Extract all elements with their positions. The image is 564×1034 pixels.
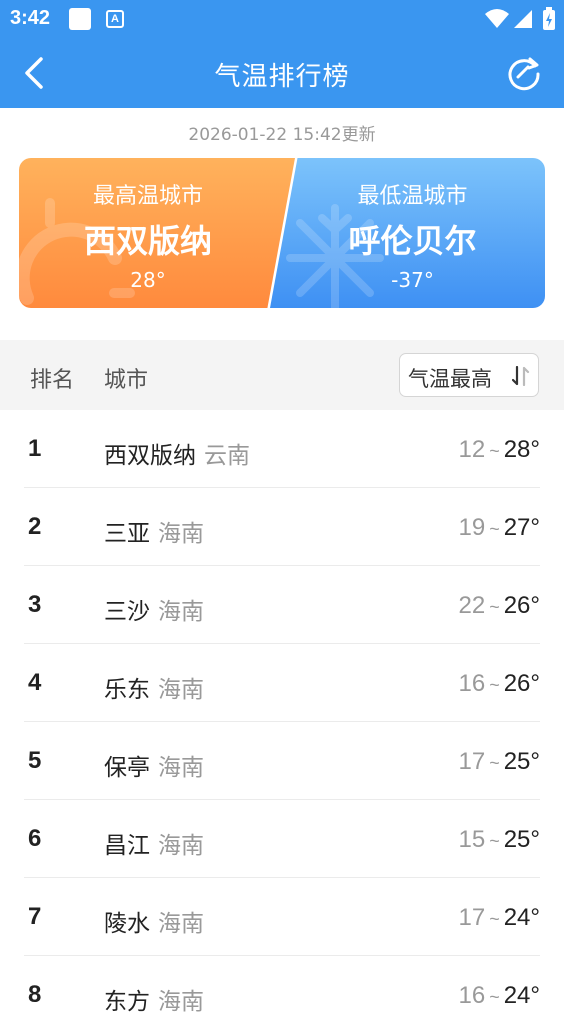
row-rank: 8 [28, 981, 42, 1008]
row-temp-high: 25° [503, 748, 540, 775]
row-temp-low: 16 [458, 982, 486, 1009]
row-temp-high: 25° [503, 826, 540, 853]
title-bar: 气温排行榜 [0, 38, 564, 108]
row-province: 海南 [158, 521, 204, 547]
row-tilde: ~ [489, 519, 500, 539]
row-temp-low: 16 [458, 670, 486, 697]
row-province: 云南 [204, 443, 250, 469]
row-rank: 1 [28, 435, 42, 462]
update-time: 2026-01-22 15:42更新 [188, 125, 376, 145]
sort-order-icon [512, 366, 530, 386]
table-header: 排名 城市 气温最高 [0, 340, 564, 410]
row-tilde: ~ [489, 441, 500, 461]
row-temp-high: 26° [503, 670, 540, 697]
highest-temp-city: 西双版纳 [83, 222, 212, 260]
row-rank: 2 [28, 513, 42, 540]
table-row[interactable]: 3 三沙 海南 22 ~26° [0, 566, 564, 644]
row-rank: 4 [28, 669, 42, 696]
row-city-name: 昌江 [104, 833, 150, 859]
row-rank: 3 [28, 591, 42, 618]
signal-icon [514, 10, 532, 28]
row-rank: 7 [28, 903, 42, 930]
row-city: 乐东 海南 [104, 670, 204, 704]
status-time: 3:42 [10, 7, 51, 29]
table-row[interactable]: 4 乐东 海南 16 ~26° [0, 644, 564, 722]
lowest-temp-card[interactable]: 最低温城市 呼伦贝尔 -37° [270, 158, 545, 308]
table-row[interactable]: 1 西双版纳 云南 12 ~28° [0, 410, 564, 488]
table-row[interactable]: 6 昌江 海南 15 ~25° [0, 800, 564, 878]
row-province: 海南 [158, 911, 204, 937]
row-city-name: 西双版纳 [104, 443, 196, 469]
row-city: 陵水 海南 [104, 904, 204, 938]
row-temp-range: 16 ~24° [458, 982, 540, 1010]
row-province: 海南 [158, 755, 204, 781]
row-temp-range: 17 ~25° [458, 748, 540, 776]
row-province: 海南 [158, 599, 204, 625]
row-temp-range: 12 ~28° [458, 436, 540, 464]
row-city: 东方 海南 [104, 982, 204, 1016]
row-tilde: ~ [489, 831, 500, 851]
app-notification-icon: A [106, 10, 124, 28]
row-province: 海南 [158, 989, 204, 1015]
row-temp-low: 12 [458, 436, 486, 463]
row-city-name: 保亭 [104, 755, 150, 781]
lowest-temp-label: 最低温城市 [357, 184, 468, 209]
row-temp-high: 24° [503, 904, 540, 931]
row-city: 西双版纳 云南 [104, 436, 250, 470]
row-temp-high: 26° [503, 592, 540, 619]
row-city-name: 三亚 [104, 521, 150, 547]
sort-button[interactable]: 气温最高 [399, 353, 539, 397]
lowest-temp-city: 呼伦贝尔 [348, 222, 477, 260]
row-temp-range: 19 ~27° [458, 514, 540, 542]
row-city: 三亚 海南 [104, 514, 204, 548]
row-tilde: ~ [489, 987, 500, 1007]
row-temp-range: 22 ~26° [458, 592, 540, 620]
highest-temp-label: 最高温城市 [92, 184, 203, 209]
row-rank: 6 [28, 825, 42, 852]
row-temp-high: 28° [503, 436, 540, 463]
lowest-temp-value: -37° [391, 268, 434, 292]
row-tilde: ~ [489, 597, 500, 617]
row-tilde: ~ [489, 753, 500, 773]
row-city-name: 陵水 [104, 911, 150, 937]
row-temp-low: 15 [458, 826, 486, 853]
row-province: 海南 [158, 677, 204, 703]
row-tilde: ~ [489, 675, 500, 695]
row-city: 保亭 海南 [104, 748, 204, 782]
row-city: 三沙 海南 [104, 592, 204, 626]
row-city: 昌江 海南 [104, 826, 204, 860]
highest-temp-value: 28° [130, 268, 166, 292]
row-city-name: 东方 [104, 989, 150, 1015]
notification-square-icon [69, 8, 91, 30]
table-row[interactable]: 5 保亭 海南 17 ~25° [0, 722, 564, 800]
battery-icon [543, 7, 555, 30]
sort-label: 气温最高 [408, 367, 492, 391]
city-column-header: 城市 [104, 368, 149, 393]
row-temp-range: 16 ~26° [458, 670, 540, 698]
row-temp-low: 17 [458, 748, 486, 775]
status-bar: 3:42 A [0, 0, 564, 38]
row-temp-low: 22 [458, 592, 486, 619]
row-city-name: 乐东 [104, 677, 150, 703]
refresh-icon[interactable] [506, 55, 542, 91]
row-temp-low: 17 [458, 904, 486, 931]
row-rank: 5 [28, 747, 42, 774]
row-temp-high: 27° [503, 514, 540, 541]
wifi-icon [485, 9, 509, 28]
row-province: 海南 [158, 833, 204, 859]
row-temp-low: 19 [458, 514, 486, 541]
row-tilde: ~ [489, 909, 500, 929]
table-row[interactable]: 8 东方 海南 16 ~24° [0, 956, 564, 1034]
table-row[interactable]: 7 陵水 海南 17 ~24° [0, 878, 564, 956]
highest-temp-card[interactable]: 最高温城市 西双版纳 28° [19, 158, 295, 308]
row-temp-range: 17 ~24° [458, 904, 540, 932]
ranking-list: 1 西双版纳 云南 12 ~28° 2 三亚 海南 19 ~27° 3 三沙 海南 22 ~… [0, 410, 564, 1034]
page-title: 气温排行榜 [214, 62, 350, 92]
row-temp-range: 15 ~25° [458, 826, 540, 854]
row-temp-high: 24° [503, 982, 540, 1009]
rank-column-header: 排名 [30, 368, 75, 393]
row-city-name: 三沙 [104, 599, 150, 625]
table-row[interactable]: 2 三亚 海南 19 ~27° [0, 488, 564, 566]
